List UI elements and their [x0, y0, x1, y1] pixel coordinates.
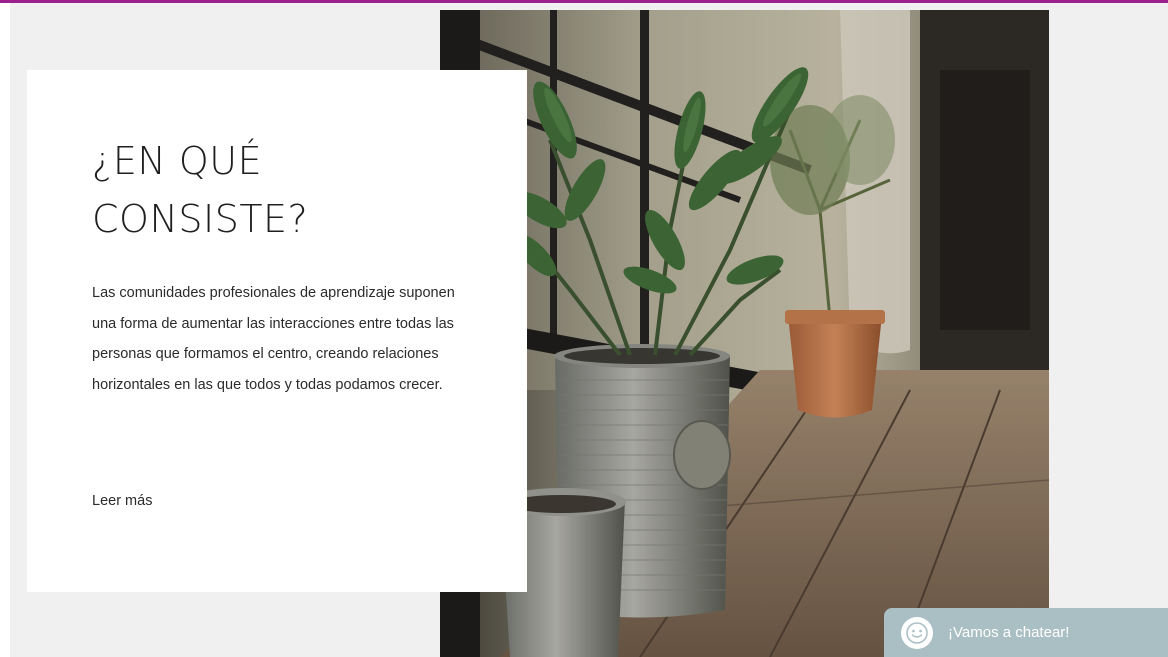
section-body-text: Las comunidades profesionales de aprendi… — [92, 285, 455, 393]
content-card: ¿EN QUÉ CONSISTE? Las comunidades profes… — [27, 70, 527, 592]
top-accent-bar — [0, 0, 1168, 3]
chat-widget-button[interactable]: ¡Vamos a chatear! — [884, 608, 1168, 657]
section-title-line-2: CONSISTE? — [92, 197, 309, 241]
page: ¿EN QUÉ CONSISTE? Las comunidades profes… — [0, 0, 1168, 657]
smiley-icon — [901, 616, 933, 649]
chat-label: ¡Vamos a chatear! — [948, 624, 1070, 641]
section-title-line-1: ¿EN QUÉ — [92, 139, 263, 183]
read-more-link[interactable]: Leer más — [92, 493, 152, 509]
plants-photo — [440, 10, 1049, 657]
left-strip — [0, 0, 10, 657]
section-title: ¿EN QUÉ CONSISTE? — [92, 132, 472, 248]
